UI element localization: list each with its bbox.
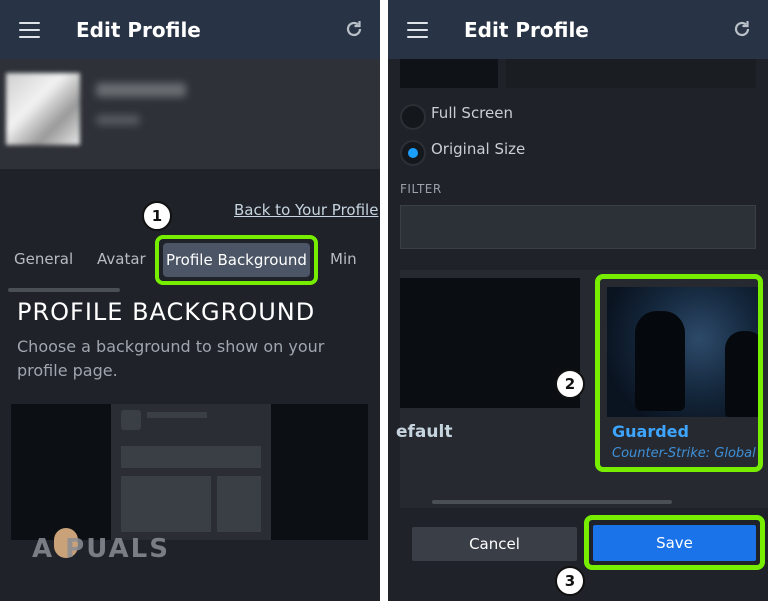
highlight-frame-save [584, 515, 765, 570]
refresh-icon[interactable] [732, 19, 752, 39]
page-title: Edit Profile [76, 18, 201, 42]
cancel-button[interactable]: Cancel [412, 527, 577, 561]
tab-avatar[interactable]: Avatar [97, 250, 146, 268]
radio-label-original-size: Original Size [431, 140, 526, 158]
tab-profile-background[interactable]: Profile Background [163, 243, 310, 277]
avatar [6, 73, 80, 145]
filter-label: FILTER [400, 182, 442, 196]
header-bar: Edit Profile [388, 0, 768, 59]
page-title: Edit Profile [464, 18, 589, 42]
radio-original-size[interactable] [400, 140, 426, 166]
background-card-default-name: efault [396, 422, 453, 442]
profile-sub-blurred [96, 115, 140, 125]
hamburger-menu-icon[interactable] [19, 22, 40, 38]
watermark: A PUALS [32, 534, 170, 564]
radio-selected-dot [408, 148, 418, 158]
tab-mini-profile[interactable]: Min [330, 250, 357, 268]
radio-full-screen[interactable] [400, 104, 426, 130]
background-preview [11, 404, 368, 540]
left-screen: Edit Profile 1 Back to Your Profile Gene… [0, 0, 380, 601]
right-screen: Edit Profile Full Screen Original Size F… [388, 0, 768, 601]
background-card-default-image[interactable] [400, 278, 580, 408]
background-thumb-top[interactable] [506, 59, 756, 88]
highlight-frame-card [595, 274, 763, 472]
filter-input[interactable] [400, 205, 756, 249]
background-thumb-top[interactable] [400, 59, 498, 88]
section-heading: PROFILE BACKGROUND [17, 298, 316, 326]
radio-label-full-screen: Full Screen [431, 104, 513, 122]
step-badge-3: 3 [555, 566, 585, 596]
back-to-profile-link[interactable]: Back to Your Profile [234, 201, 378, 219]
profile-summary [0, 59, 380, 169]
tab-general[interactable]: General [14, 250, 73, 268]
step-badge-2: 2 [555, 369, 585, 399]
refresh-icon[interactable] [344, 19, 364, 39]
header-bar: Edit Profile [0, 0, 380, 59]
tabs-scrollbar[interactable] [8, 288, 120, 292]
cards-scrollbar[interactable] [432, 500, 672, 504]
profile-name-blurred [96, 83, 186, 97]
section-description: Choose a background to show on your prof… [17, 337, 325, 380]
hamburger-menu-icon[interactable] [407, 22, 428, 38]
step-badge-1: 1 [142, 201, 172, 231]
